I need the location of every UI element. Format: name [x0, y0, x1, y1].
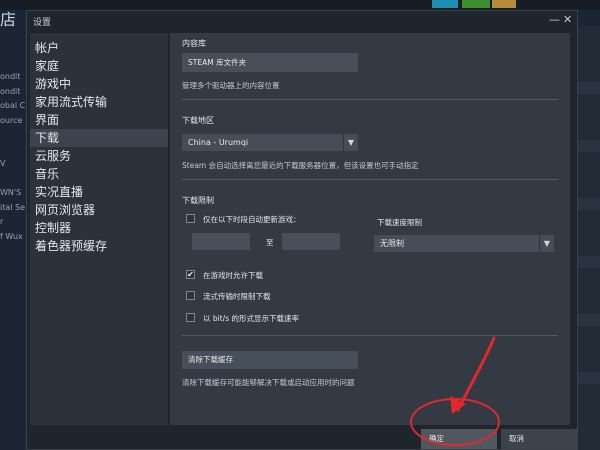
annotation-arrow [456, 336, 496, 412]
annotation-overlay [410, 336, 500, 446]
